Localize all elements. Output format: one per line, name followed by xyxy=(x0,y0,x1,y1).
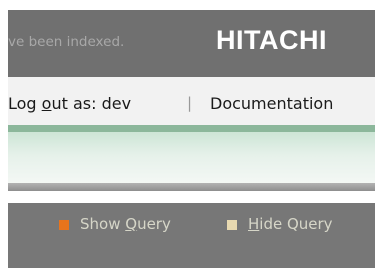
documentation-link[interactable]: Documentation xyxy=(210,94,333,113)
green-band xyxy=(8,125,375,132)
logout-accesskey: o xyxy=(41,94,52,113)
logout-link[interactable]: Log out as: dev xyxy=(8,94,131,113)
brand-logo: HITACHI xyxy=(216,25,327,55)
show-query-bullet-icon xyxy=(59,220,69,230)
grey-divider xyxy=(8,183,375,191)
hide-query-bullet-icon xyxy=(227,220,237,230)
username: dev xyxy=(101,94,132,113)
user-bar: Log out as: dev | Documentation xyxy=(8,77,375,129)
query-bar: Show Query Hide Query xyxy=(8,203,375,268)
user-bar-separator: | xyxy=(187,94,193,112)
header-bar: ve been indexed. HITACHI xyxy=(8,10,375,77)
hide-query-link[interactable]: Hide Query xyxy=(248,215,333,233)
show-query-link[interactable]: Show Query xyxy=(80,215,171,233)
green-gradient-panel xyxy=(8,132,375,184)
indexed-status-text: ve been indexed. xyxy=(8,34,125,50)
